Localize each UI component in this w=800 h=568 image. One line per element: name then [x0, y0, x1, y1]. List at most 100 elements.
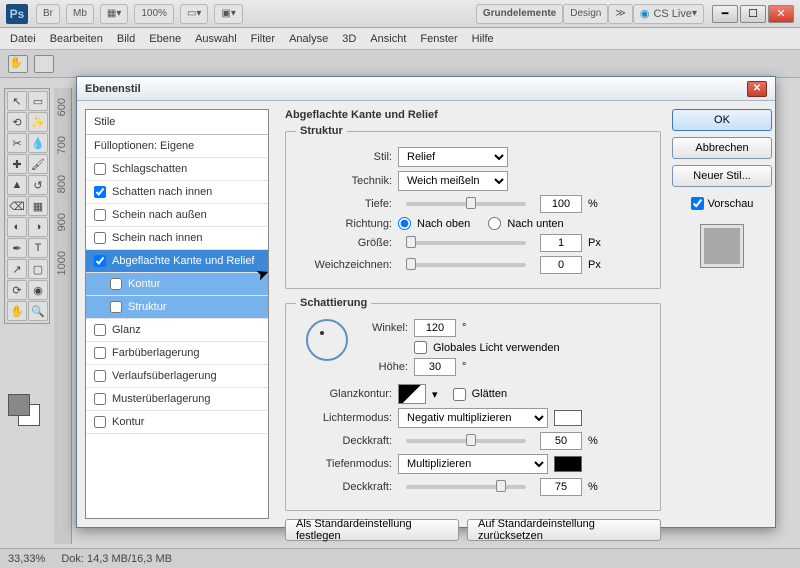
status-doc: Dok: 14,3 MB/16,3 MB	[61, 553, 172, 565]
deck2-slider[interactable]	[406, 485, 526, 489]
style-kontur-sub[interactable]: Kontur	[86, 273, 268, 296]
tb-br[interactable]: Br	[36, 4, 60, 24]
3d-tool[interactable]: ⟳	[7, 280, 27, 300]
camera-tool[interactable]: ◉	[28, 280, 48, 300]
licht-color[interactable]	[554, 410, 582, 426]
lasso-tool[interactable]: ⟲	[7, 112, 27, 132]
preview-chk[interactable]	[691, 197, 704, 210]
technik-select[interactable]: Weich meißeln	[398, 171, 508, 191]
style-musterueberlagerung[interactable]: Musterüberlagerung	[86, 388, 268, 411]
reset-default-button[interactable]: Auf Standardeinstellung zurücksetzen	[467, 519, 661, 541]
fg-color[interactable]	[8, 394, 30, 416]
history-tool[interactable]: ↺	[28, 175, 48, 195]
richtung-down[interactable]	[488, 217, 501, 230]
tiefenmodus-select[interactable]: Multiplizieren	[398, 454, 548, 474]
app-logo: Ps	[6, 4, 28, 24]
menu-ebene[interactable]: Ebene	[149, 33, 181, 45]
richtung-up[interactable]	[398, 217, 411, 230]
window-close[interactable]: ✕	[768, 5, 794, 23]
zoom-tool[interactable]: 🔍	[28, 301, 48, 321]
menu-3d[interactable]: 3D	[342, 33, 356, 45]
marquee-tool[interactable]: ▭	[28, 91, 48, 111]
style-schein-innen[interactable]: Schein nach innen	[86, 227, 268, 250]
fill-options[interactable]: Fülloptionen: Eigene	[86, 135, 268, 158]
menu-fenster[interactable]: Fenster	[420, 33, 457, 45]
menu-datei[interactable]: Datei	[10, 33, 36, 45]
stamp-tool[interactable]: ▲	[7, 175, 27, 195]
cs-live[interactable]: ◉CS Live ▾	[633, 4, 704, 24]
option-swatch[interactable]	[34, 55, 54, 73]
tab-design[interactable]: Design	[563, 4, 608, 24]
tab-grundelemente[interactable]: Grundelemente	[476, 4, 563, 24]
app-titlebar: Ps Br Mb ▦▾ 100% ▭▾ ▣▾ Grundelemente Des…	[0, 0, 800, 28]
weich-input[interactable]	[540, 256, 582, 274]
tb-film-icon[interactable]: ▦▾	[100, 4, 128, 24]
eraser-tool[interactable]: ⌫	[7, 196, 27, 216]
groesse-input[interactable]	[540, 234, 582, 252]
hand-tool[interactable]: ✋	[7, 301, 27, 321]
tab-more-icon[interactable]: ≫	[608, 4, 632, 24]
dialog-close[interactable]: ✕	[747, 81, 767, 97]
style-schlagschatten[interactable]: Schlagschatten	[86, 158, 268, 181]
menu-bearbeiten[interactable]: Bearbeiten	[50, 33, 103, 45]
eyedrop-tool[interactable]: 💧	[28, 133, 48, 153]
menu-bild[interactable]: Bild	[117, 33, 135, 45]
heal-tool[interactable]: ✚	[7, 154, 27, 174]
menu-auswahl[interactable]: Auswahl	[195, 33, 237, 45]
cancel-button[interactable]: Abbrechen	[672, 137, 772, 159]
tief-color[interactable]	[554, 456, 582, 472]
shape-tool[interactable]: ▢	[28, 259, 48, 279]
style-bevel-relief[interactable]: Abgeflachte Kante und Relief	[86, 250, 268, 273]
dodge-tool[interactable]: ◑	[28, 217, 48, 237]
crop-tool[interactable]: ✂	[7, 133, 27, 153]
weich-slider[interactable]	[406, 263, 526, 267]
menu-hilfe[interactable]: Hilfe	[472, 33, 494, 45]
style-verlaufsueberlagerung[interactable]: Verlaufsüberlagerung	[86, 365, 268, 388]
ok-button[interactable]: OK	[672, 109, 772, 131]
pen-tool[interactable]: ✒	[7, 238, 27, 258]
window-minimize[interactable]: ━	[712, 5, 738, 23]
tb-zoom[interactable]: 100%	[134, 4, 174, 24]
window-maximize[interactable]: ☐	[740, 5, 766, 23]
hand-tool-icon[interactable]: ✋	[8, 55, 28, 73]
styles-header[interactable]: Stile	[86, 110, 268, 135]
deck1-slider[interactable]	[406, 439, 526, 443]
menu-analyse[interactable]: Analyse	[289, 33, 328, 45]
brush-tool[interactable]: 🖌	[28, 154, 48, 174]
hoehe-input[interactable]	[414, 358, 456, 376]
groesse-slider[interactable]	[406, 241, 526, 245]
deck2-input[interactable]	[540, 478, 582, 496]
lichtermodus-select[interactable]: Negativ multiplizieren	[398, 408, 548, 428]
tb-mb[interactable]: Mb	[66, 4, 94, 24]
glanzkontur-swatch[interactable]	[398, 384, 426, 404]
new-style-button[interactable]: Neuer Stil...	[672, 165, 772, 187]
tb-screen-icon[interactable]: ▣▾	[214, 4, 242, 24]
tiefe-input[interactable]	[540, 195, 582, 213]
angle-dial[interactable]	[306, 319, 348, 361]
style-glanz[interactable]: Glanz	[86, 319, 268, 342]
set-default-button[interactable]: Als Standardeinstellung festlegen	[285, 519, 459, 541]
menu-filter[interactable]: Filter	[251, 33, 275, 45]
tb-view-icon[interactable]: ▭▾	[180, 4, 208, 24]
type-tool[interactable]: T	[28, 238, 48, 258]
stil-select[interactable]: Relief	[398, 147, 508, 167]
wand-tool[interactable]: ✨	[28, 112, 48, 132]
winkel-input[interactable]	[414, 319, 456, 337]
status-bar: 33,33% Dok: 14,3 MB/16,3 MB	[0, 548, 800, 568]
style-settings: Abgeflachte Kante und Relief Struktur St…	[277, 101, 669, 527]
style-schein-aussen[interactable]: Schein nach außen	[86, 204, 268, 227]
style-struktur-sub[interactable]: Struktur	[86, 296, 268, 319]
gradient-tool[interactable]: ▦	[28, 196, 48, 216]
menu-ansicht[interactable]: Ansicht	[370, 33, 406, 45]
style-kontur[interactable]: Kontur	[86, 411, 268, 434]
style-schatten-innen[interactable]: Schatten nach innen	[86, 181, 268, 204]
move-tool[interactable]: ↖	[7, 91, 27, 111]
tiefe-slider[interactable]	[406, 202, 526, 206]
style-farbueberlagerung[interactable]: Farbüberlagerung	[86, 342, 268, 365]
deck1-input[interactable]	[540, 432, 582, 450]
chevron-down-icon[interactable]: ▾	[432, 388, 438, 401]
global-light[interactable]	[414, 341, 427, 354]
path-tool[interactable]: ↗	[7, 259, 27, 279]
blur-tool[interactable]: ◐	[7, 217, 27, 237]
glaetten-chk[interactable]	[453, 388, 466, 401]
